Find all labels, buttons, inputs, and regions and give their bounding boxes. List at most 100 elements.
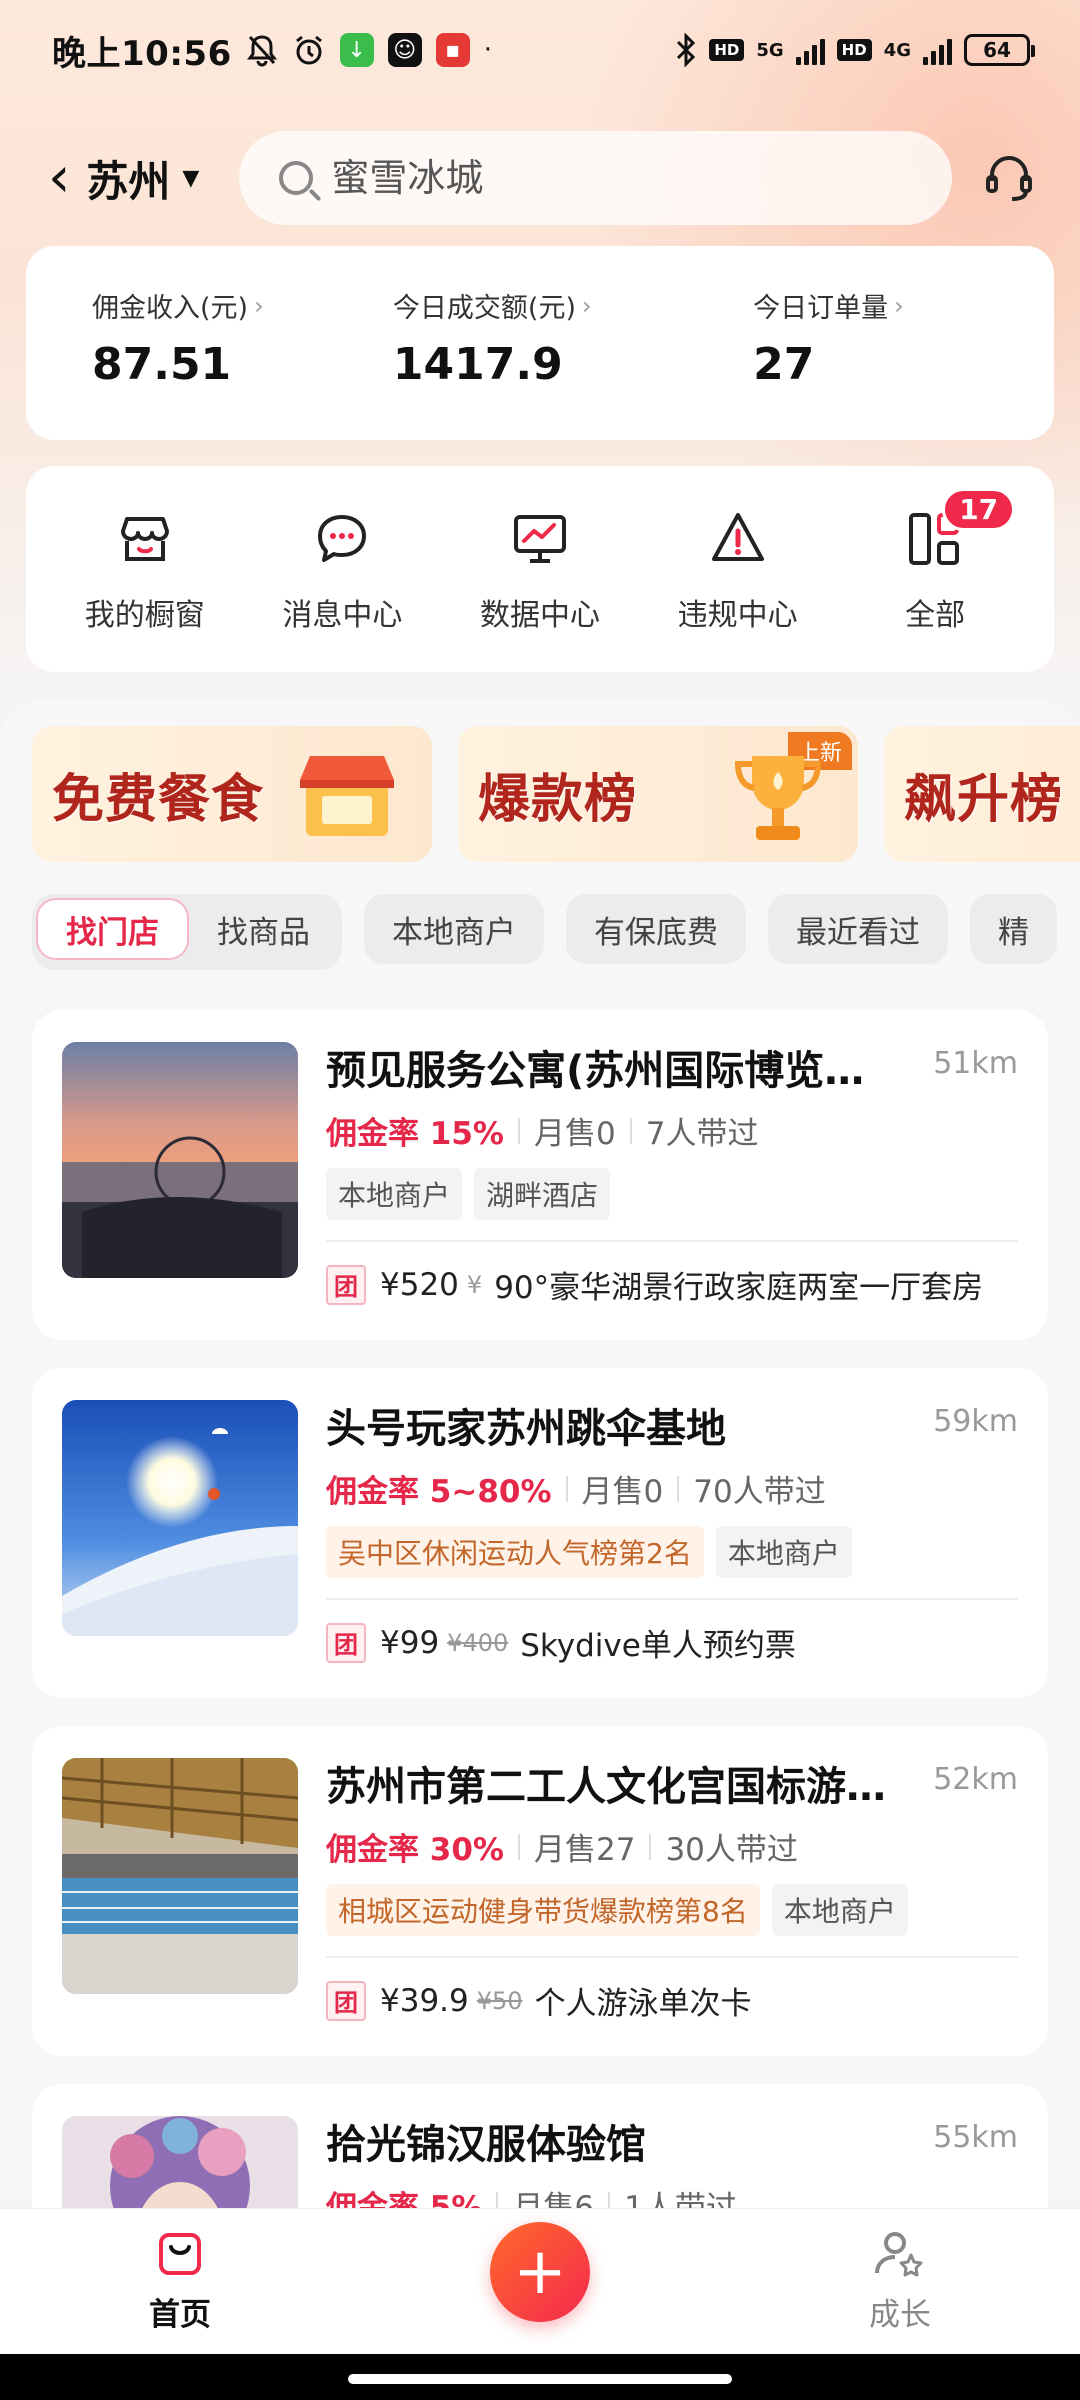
group-deal[interactable]: 团 ¥520 ¥ 90°豪华湖景行政家庭两室一厅套房 (326, 1262, 983, 1307)
banner-hot-list[interactable]: 爆款榜 上新 (458, 726, 858, 862)
mode-segment: 找门店 找商品 (32, 894, 342, 970)
chevron-right-icon: › (581, 291, 592, 320)
deal-name: Skydive单人预约票 (520, 1628, 796, 1664)
deal-original-price: ¥ (466, 1270, 483, 1299)
banner-carousel: 免费餐食 爆款榜 上新 飙升榜 (32, 726, 1080, 864)
ranking-tag: 吴中区休闲运动人气榜第2名 (326, 1526, 704, 1578)
divider (608, 2191, 611, 2208)
commission-rate: 佣金率 15% (326, 1116, 504, 1152)
nav-home[interactable]: 首页 (0, 2229, 360, 2334)
quick-my-window[interactable]: 我的橱窗 (55, 506, 235, 672)
stat-label-text: 今日订单量 (753, 293, 889, 324)
monthly-sales: 月售6 (512, 2190, 595, 2208)
quick-label: 消息中心 (282, 598, 403, 633)
quick-message-center[interactable]: 消息中心 (252, 506, 432, 672)
alarm-icon (295, 35, 322, 65)
deal-price: ¥39.9 (380, 1982, 469, 2019)
store-tag: 本地商户 (715, 1526, 852, 1578)
stat-value: 1417.9 (392, 339, 563, 390)
deal-price: ¥520 (380, 1266, 459, 1303)
deal-original-price: ¥50 (476, 1986, 523, 2015)
quick-label: 我的橱窗 (84, 598, 205, 633)
group-buy-icon: 团 (326, 1980, 366, 2021)
stat-gmv[interactable]: 今日成交额(元) › 1417.9 (393, 286, 753, 440)
shopping-bag-icon (159, 2233, 201, 2275)
store-image (62, 1400, 298, 1636)
city-selector[interactable]: 苏州 (86, 148, 170, 209)
search-input[interactable] (331, 156, 932, 200)
divider (518, 1117, 520, 1144)
stat-label-text: 今日成交额(元) (392, 293, 576, 324)
store-tag: 本地商户 (326, 1168, 463, 1220)
quick-label: 数据中心 (479, 598, 600, 633)
nav-home-label: 首页 (149, 2297, 211, 2333)
store-card[interactable]: 预见服务公寓(苏州国际博览… 51km 佣金率 15% 月售0 7人带过 本地商… (32, 1010, 1048, 1340)
battery-level: 64 (983, 38, 1011, 62)
divider (677, 1475, 680, 1502)
system-gesture-bar (0, 2354, 1080, 2400)
commission-rate: 佣金率 30% (326, 1832, 504, 1868)
plus-icon: + (513, 2234, 567, 2309)
group-deal[interactable]: 团 ¥39.9 ¥50 个人游泳单次卡 (326, 1978, 752, 2023)
top-header: ‹ 苏州 ▼ (0, 130, 1080, 226)
store-meta: 佣金率 30% 月售27 30人带过 (326, 1824, 798, 1869)
monthly-sales: 月售0 (534, 1116, 616, 1152)
deal-original-price: ¥400 (447, 1628, 509, 1657)
status-time: 晚上10:56 (52, 33, 232, 74)
warning-icon (705, 506, 771, 572)
stat-orders[interactable]: 今日订单量 › 27 (753, 286, 1054, 440)
store-distance: 55km (933, 2120, 1018, 2155)
ranking-tag: 相城区运动健身带货爆款榜第8名 (326, 1884, 760, 1936)
nav-growth[interactable]: 成长 (720, 2229, 1080, 2334)
store-distance: 51km (933, 1046, 1018, 1081)
back-icon[interactable]: ‹ (48, 150, 70, 206)
group-deal[interactable]: 团 ¥99 ¥400 Skydive单人预约票 (326, 1620, 796, 1665)
promoter-count: 70人带过 (693, 1474, 826, 1510)
store-tags: 相城区运动健身带货爆款榜第8名 本地商户 (326, 1884, 908, 1936)
filter-local-merchant[interactable]: 本地商户 (364, 894, 544, 964)
quick-all[interactable]: 全部 17 (845, 488, 1025, 672)
store-image (62, 1042, 298, 1278)
divider (326, 1240, 1018, 1242)
divider (326, 1956, 1018, 1958)
quick-violation-center[interactable]: 违规中心 (648, 506, 828, 672)
home-indicator[interactable] (348, 2374, 732, 2384)
bottom-navigation: 首页 + 成长 (0, 2208, 1080, 2354)
status-bar: 晚上10:56 ↓ ☺ ▪ · HD 5G HD 4G 64 (0, 0, 1080, 100)
banner-rising-list[interactable]: 飙升榜 (884, 726, 1080, 862)
store-meta: 佣金率 5~80% 月售0 70人带过 (326, 1466, 826, 1511)
store-meta: 佣金率 5% 月售6 1人带过 (326, 2182, 737, 2208)
store-tag: 本地商户 (771, 1884, 908, 1936)
store-card[interactable]: 拾光锦汉服体验馆 55km 佣金率 5% 月售6 1人带过 (32, 2084, 1048, 2208)
notification-badge: 17 (942, 488, 1016, 531)
search-bar[interactable] (239, 131, 952, 225)
stat-commission[interactable]: 佣金收入(元) › 87.51 (92, 286, 393, 440)
store-distance: 52km (933, 1762, 1018, 1797)
chevron-down-icon[interactable]: ▼ (182, 166, 199, 191)
banner-free-meal[interactable]: 免费餐食 (32, 726, 432, 862)
message-icon (309, 506, 375, 572)
store-tags: 本地商户 湖畔酒店 (326, 1168, 611, 1220)
smile-app-icon: ☺ (387, 33, 422, 67)
nav-add[interactable]: + (360, 2221, 720, 2322)
tab-find-product[interactable]: 找商品 (189, 898, 338, 960)
store-image (62, 2116, 298, 2208)
stat-label-text: 佣金收入(元) (92, 293, 249, 324)
customer-service-icon[interactable] (974, 143, 1044, 213)
quick-data-center[interactable]: 数据中心 (450, 506, 630, 672)
divider (518, 1833, 520, 1860)
promoter-count: 30人带过 (665, 1832, 798, 1868)
commission-rate: 佣金率 5% (326, 2190, 483, 2208)
chevron-right-icon: › (254, 291, 264, 320)
store-tag: 湖畔酒店 (474, 1168, 611, 1220)
filter-guaranteed-fee[interactable]: 有保底费 (566, 894, 746, 964)
filter-more[interactable]: 精 (970, 894, 1057, 964)
commission-rate: 佣金率 5~80% (326, 1474, 552, 1510)
filter-recently-viewed[interactable]: 最近看过 (768, 894, 948, 964)
tab-find-store[interactable]: 找门店 (36, 898, 189, 960)
store-card[interactable]: 头号玩家苏州跳伞基地 59km 佣金率 5~80% 月售0 70人带过 吴中区休… (32, 1368, 1048, 1698)
add-button[interactable]: + (490, 2221, 590, 2322)
divider (629, 1117, 632, 1144)
store-card[interactable]: 苏州市第二工人文化宫国标游… 52km 佣金率 30% 月售27 30人带过 相… (32, 1726, 1048, 2056)
promoter-count: 1人带过 (624, 2190, 737, 2208)
